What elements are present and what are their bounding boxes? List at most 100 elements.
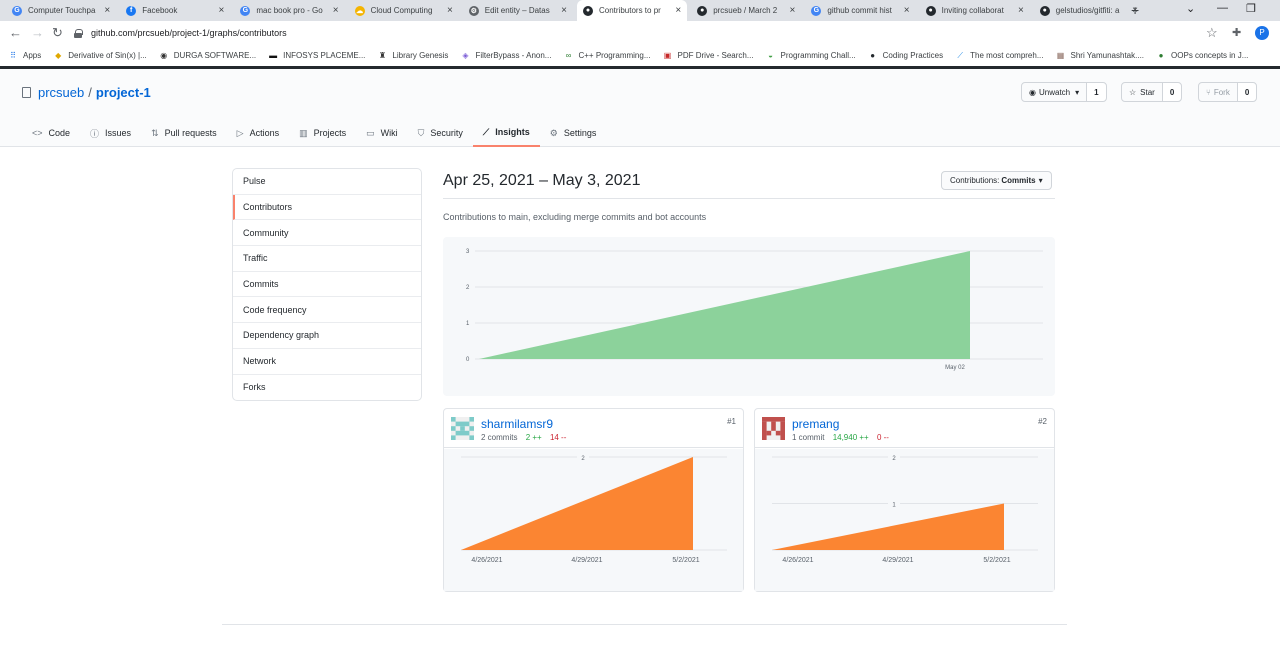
tab-security[interactable]: ⛉ Security	[408, 119, 473, 147]
y-tick-label: 1	[466, 321, 470, 327]
avatar[interactable]	[762, 417, 785, 440]
avatar[interactable]	[451, 417, 474, 440]
close-icon[interactable]: ×	[1018, 5, 1024, 16]
unwatch-button[interactable]: ◉ Unwatch ▾ 1	[1021, 82, 1107, 102]
close-icon[interactable]: ×	[675, 5, 681, 16]
browser-tab[interactable]: G Computer Touchpa ×	[6, 0, 116, 21]
contributions-type-dropdown[interactable]: Contributions: Commits ▾	[941, 171, 1052, 190]
contributor-username-link[interactable]: premang	[792, 417, 839, 431]
bookmark-item[interactable]: ▦ Shri Yamunashtak....	[1056, 51, 1144, 61]
fork-count[interactable]: 0	[1236, 83, 1257, 101]
bookmark-label: INFOSYS PLACEME...	[283, 51, 366, 60]
sidebar-item-traffic[interactable]: Traffic	[233, 246, 421, 272]
close-icon[interactable]: ×	[104, 5, 110, 16]
tab-actions[interactable]: ▷ Actions	[227, 119, 289, 147]
close-icon[interactable]: ×	[904, 5, 910, 16]
sidebar-item-network[interactable]: Network	[233, 349, 421, 375]
contributor-username-link[interactable]: sharmilamsr9	[481, 417, 553, 431]
profile-avatar[interactable]: P	[1255, 26, 1269, 40]
repo-owner-link[interactable]: prcsueb	[38, 85, 84, 100]
browser-tab[interactable]: ● Contributors to pr ×	[577, 0, 688, 21]
close-icon[interactable]: ×	[790, 5, 796, 16]
fork-label: Fork	[1213, 87, 1230, 97]
star-button[interactable]: ☆ Star 0	[1121, 82, 1183, 102]
fork-button[interactable]: ⑂ Fork 0	[1198, 82, 1258, 102]
browser-tab[interactable]: Ggithub commit hist ×	[805, 0, 915, 21]
bookmark-label: Library Genesis	[392, 51, 449, 60]
google-icon: G	[240, 5, 251, 16]
browser-tab[interactable]: f Facebook ×	[120, 0, 230, 21]
bookmark-label: C++ Programming...	[578, 51, 651, 60]
browser-tab[interactable]: ● gelstudios/gitfiti: a ×	[1034, 0, 1144, 21]
reload-icon[interactable]: ↻	[52, 25, 63, 41]
x-tick-label: May 02	[945, 365, 965, 371]
close-icon[interactable]: ×	[561, 5, 567, 16]
address-bar-row: ← → ↻ github.com/prcsueb/project-1/graph…	[0, 21, 1280, 45]
browser-tab[interactable]: ● prcsueb / March 2 ×	[691, 0, 801, 21]
browser-tab[interactable]: ☁ Cloud Computing ×	[349, 0, 459, 21]
browser-tab[interactable]: Gmac book pro - Go ×	[234, 0, 344, 21]
tab-label: Settings	[563, 128, 597, 138]
star-count[interactable]: 0	[1161, 83, 1182, 101]
tab-label: Wiki	[380, 128, 398, 138]
sidebar-item-dependency-graph[interactable]: Dependency graph	[233, 323, 421, 349]
tab-projects[interactable]: ▥ Projects	[289, 119, 356, 147]
bookmark-item[interactable]: ∞ C++ Programming...	[563, 51, 651, 61]
browser-tab-title: Edit entity – Datas	[484, 6, 550, 15]
tab-insights[interactable]: ⟋ Insights	[472, 119, 540, 147]
bookmark-item[interactable]: ◉ DURGA SOFTWARE...	[159, 51, 256, 61]
minimize-button[interactable]: —	[1217, 2, 1228, 14]
bookmark-item[interactable]: ◒ Programming Chall...	[766, 51, 856, 61]
browser-tab-title: Computer Touchpa	[28, 6, 96, 15]
restore-button[interactable]: ❐	[1246, 2, 1256, 15]
forward-arrow-icon[interactable]: →	[31, 25, 44, 40]
overall-commit-chart-svg: 0 1 2 3 May 02	[466, 249, 1043, 371]
bookmark-label: The most compreh...	[970, 51, 1044, 60]
x-tick-label: 4/26/2021	[471, 557, 502, 564]
sidebar-item-commits[interactable]: Commits	[233, 272, 421, 298]
extensions-puzzle-icon[interactable]: ✚	[1232, 26, 1241, 39]
bookmark-item[interactable]: ◆ Derivative of Sin(x) |...	[53, 51, 147, 61]
tab-search-icon[interactable]: ⌄	[1186, 2, 1195, 15]
sidebar-item-forks[interactable]: Forks	[233, 375, 421, 401]
tab-issues[interactable]: ⓘ Issues	[80, 119, 141, 147]
tab-code[interactable]: <> Code	[22, 119, 80, 147]
close-icon[interactable]: ×	[447, 5, 453, 16]
bookmark-icon: ◈	[462, 51, 469, 60]
new-tab-button[interactable]: +	[1131, 2, 1139, 18]
browser-tab[interactable]: ⚙ Edit entity – Datas ×	[463, 0, 573, 21]
sidebar-item-community[interactable]: Community	[233, 220, 421, 247]
watch-count[interactable]: 1	[1086, 83, 1106, 101]
bookmark-item[interactable]: ♜ Library Genesis	[377, 51, 449, 61]
tab-settings[interactable]: ⚙ Settings	[540, 119, 607, 147]
bookmark-icon: ∞	[565, 51, 572, 60]
close-icon[interactable]: ×	[219, 5, 225, 16]
close-icon[interactable]: ×	[333, 5, 339, 16]
tab-wiki[interactable]: ▭ Wiki	[356, 119, 408, 147]
bookmark-item[interactable]: ▬ INFOSYS PLACEME...	[268, 51, 365, 61]
url-field[interactable]: github.com/prcsueb/project-1/graphs/cont…	[74, 23, 1224, 43]
repo-name-link[interactable]: project-1	[96, 85, 151, 100]
sidebar-item-pulse[interactable]: Pulse	[233, 169, 421, 195]
contributor-commit-graph: 1 2 4/26/2021 4/29/2021 5/2/2021	[755, 449, 1054, 591]
contributions-subtitle: Contributions to main, excluding merge c…	[443, 212, 707, 222]
bookmark-label: PDF Drive - Search...	[677, 51, 754, 60]
bookmark-item[interactable]: ⟋ The most compreh...	[955, 51, 1043, 61]
bookmark-item[interactable]: ◈ FilterBypass - Anon...	[460, 51, 551, 61]
tab-pull-requests[interactable]: ⇅ Pull requests	[141, 119, 227, 147]
repo-title: prcsueb / project-1	[22, 85, 151, 100]
bookmark-item[interactable]: ● OOPs concepts in J...	[1156, 51, 1249, 61]
bookmark-item[interactable]: ● Coding Practices	[868, 51, 943, 61]
bookmark-star-icon[interactable]: ☆	[1206, 25, 1218, 41]
repo-header: prcsueb / project-1 ◉ Unwatch ▾ 1 ☆ Star 0 …	[0, 69, 1280, 147]
sidebar-item-contributors[interactable]: Contributors	[233, 194, 421, 221]
y-tick-label: 2	[466, 285, 470, 291]
browser-tab[interactable]: ● Inviting collaborat ×	[920, 0, 1030, 21]
sidebar-item-code-frequency[interactable]: Code frequency	[233, 297, 421, 324]
commit-count-link[interactable]: 1 commit	[792, 433, 824, 442]
commit-count-link[interactable]: 2 commits	[481, 433, 517, 442]
bookmark-item[interactable]: ⠿ Apps	[8, 51, 41, 61]
back-arrow-icon[interactable]: ←	[9, 25, 22, 40]
bookmark-item[interactable]: ▣ PDF Drive - Search...	[663, 51, 754, 61]
divider	[443, 198, 1055, 199]
